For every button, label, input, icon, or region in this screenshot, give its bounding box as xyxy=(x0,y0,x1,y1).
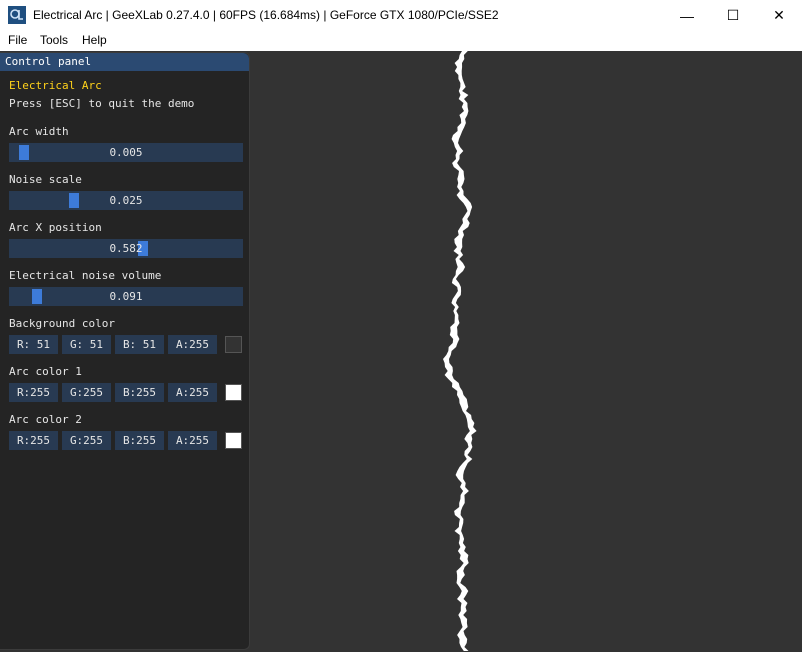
arc2-color-swatch[interactable] xyxy=(225,432,242,449)
arc2-blue-input[interactable]: B:255 xyxy=(115,431,164,450)
slider-value: 0.091 xyxy=(109,290,143,303)
noise-volume-slider[interactable]: 0.091 xyxy=(9,287,243,306)
maximize-icon: ☐ xyxy=(726,7,740,23)
arc-color-2-label: Arc color 2 xyxy=(9,413,82,426)
arc-width-label: Arc width xyxy=(9,125,69,138)
arc-x-position-label: Arc X position xyxy=(9,221,102,234)
slider-value: 0.582 xyxy=(109,242,143,255)
bg-blue-input[interactable]: B: 51 xyxy=(115,335,164,354)
bg-alpha-input[interactable]: A:255 xyxy=(168,335,217,354)
arc1-color-swatch[interactable] xyxy=(225,384,242,401)
arc-color-1-label: Arc color 1 xyxy=(9,365,82,378)
demo-instructions: Press [ESC] to quit the demo xyxy=(9,97,195,110)
arc-width-slider[interactable]: 0.005 xyxy=(9,143,243,162)
arc2-green-input[interactable]: G:255 xyxy=(62,431,111,450)
slider-value: 0.025 xyxy=(109,194,143,207)
bg-green-input[interactable]: G: 51 xyxy=(62,335,111,354)
maximize-button[interactable]: ☐ xyxy=(710,0,756,31)
menu-bar: File Tools Help xyxy=(0,31,802,51)
noise-volume-label: Electrical noise volume xyxy=(9,269,162,282)
bg-red-input[interactable]: R: 51 xyxy=(9,335,58,354)
geexlab-app-icon xyxy=(8,6,26,24)
close-button[interactable]: ✕ xyxy=(756,0,802,31)
arc2-red-input[interactable]: R:255 xyxy=(9,431,58,450)
bg-color-swatch[interactable] xyxy=(225,336,242,353)
window-title: Electrical Arc | GeeXLab 0.27.4.0 | 60FP… xyxy=(33,8,499,22)
arc2-alpha-input[interactable]: A:255 xyxy=(168,431,217,450)
minimize-icon: — xyxy=(680,7,694,24)
arc1-alpha-input[interactable]: A:255 xyxy=(168,383,217,402)
arc1-blue-input[interactable]: B:255 xyxy=(115,383,164,402)
noise-scale-slider[interactable]: 0.025 xyxy=(9,191,243,210)
arc1-red-input[interactable]: R:255 xyxy=(9,383,58,402)
arc-x-position-slider[interactable]: 0.582 xyxy=(9,239,243,258)
menu-file[interactable]: File xyxy=(8,33,27,47)
control-panel-header[interactable]: Control panel xyxy=(0,53,249,71)
control-panel-title: Control panel xyxy=(5,55,92,68)
noise-scale-label: Noise scale xyxy=(9,173,82,186)
minimize-button[interactable]: — xyxy=(664,0,710,31)
close-icon: ✕ xyxy=(773,7,785,23)
background-color-label: Background color xyxy=(9,317,115,330)
demo-title: Electrical Arc xyxy=(9,79,102,92)
control-panel: Control panel Electrical Arc Press [ESC]… xyxy=(0,52,250,650)
menu-tools[interactable]: Tools xyxy=(40,33,68,47)
arc1-green-input[interactable]: G:255 xyxy=(62,383,111,402)
slider-value: 0.005 xyxy=(109,146,143,159)
render-viewport[interactable]: Control panel Electrical Arc Press [ESC]… xyxy=(0,51,802,652)
title-bar: Electrical Arc | GeeXLab 0.27.4.0 | 60FP… xyxy=(0,0,802,31)
menu-help[interactable]: Help xyxy=(82,33,107,47)
